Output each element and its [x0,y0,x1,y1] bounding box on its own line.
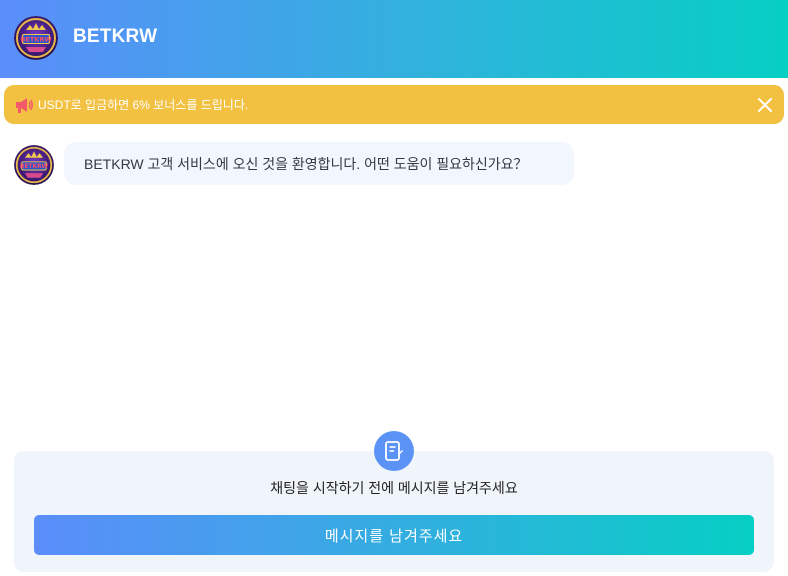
chat-message-bubble: BETKRW 고객 서비스에 오신 것을 환영합니다. 어떤 도움이 필요하신가… [64,142,574,185]
agent-avatar: BETKRW [14,145,54,185]
app-title: BETKRW [73,26,158,47]
app-header: BETKRW BETKRW [0,0,788,78]
message-form-icon [374,431,414,471]
compose-prompt-text: 채팅을 시작하기 전에 메시지를 남겨주세요 [270,480,518,496]
svg-text:BETKRW: BETKRW [20,36,51,44]
promo-notice-bar: USDT로 입금하면 6% 보너스를 드립니다. [4,85,784,124]
leave-message-button[interactable]: 메시지를 남겨주세요 [34,515,754,555]
close-icon[interactable] [756,96,774,114]
promo-notice-text: USDT로 입금하면 6% 보너스를 드립니다. [38,98,249,112]
svg-text:BETKRW: BETKRW [20,164,49,170]
megaphone-icon [14,96,34,114]
brand-logo: BETKRW [14,16,58,60]
chat-message-text: BETKRW 고객 서비스에 오신 것을 환영합니다. 어떤 도움이 필요하신가… [84,155,528,172]
